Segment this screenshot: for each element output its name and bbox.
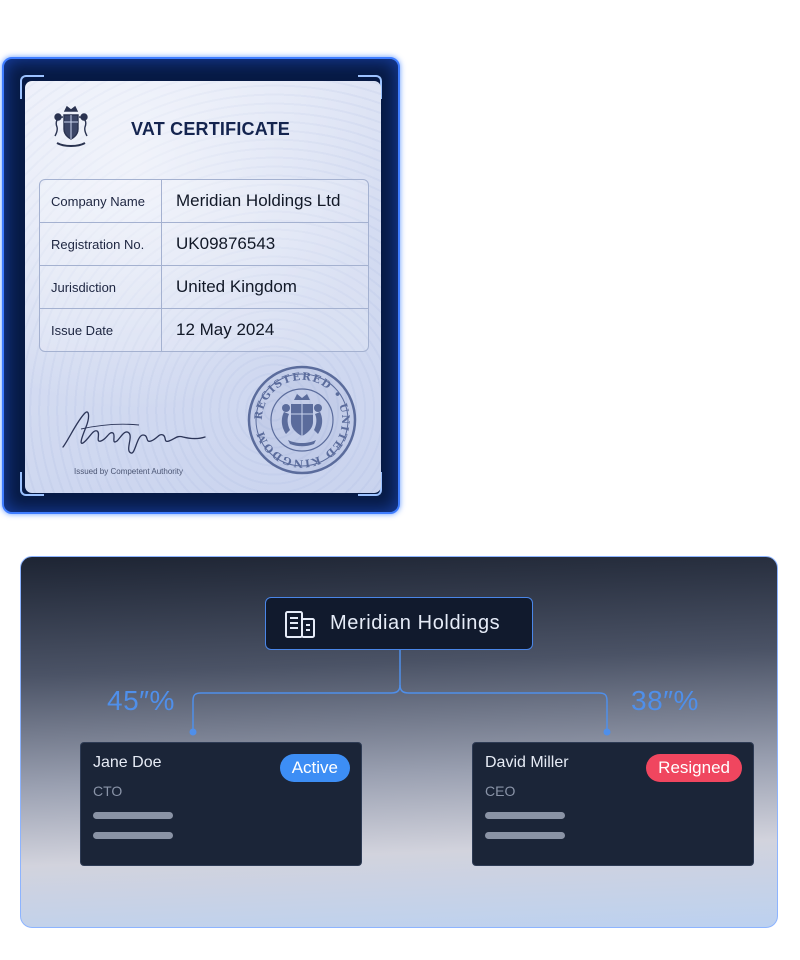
status-badge: Active — [279, 754, 350, 782]
ownership-percentage: 38″% — [631, 685, 699, 716]
field-value: United Kingdom — [176, 277, 297, 296]
field-value: UK09876543 — [176, 234, 276, 253]
status-badge: Resigned — [646, 754, 742, 782]
placeholder-line — [485, 812, 565, 819]
placeholder-line — [93, 812, 173, 819]
building-icon — [285, 610, 315, 638]
table-row: Registration No. UK09876543 — [40, 222, 368, 265]
registered-seal-icon: REGISTERED • UNITED KINGDOM — [247, 365, 357, 475]
ownership-percentage: 45″% — [107, 685, 175, 716]
field-value: Meridian Holdings Ltd — [176, 191, 341, 210]
person-card-david-miller[interactable]: David Miller CEO Resigned — [472, 742, 754, 866]
placeholder-line — [485, 832, 565, 839]
placeholder-line — [93, 832, 173, 839]
certificate-details-table: Company Name Meridian Holdings Ltd Regis… — [39, 179, 369, 352]
ownership-chart-panel: Meridian Holdings 45″% 38″% Jane Doe CTO… — [20, 556, 778, 928]
person-role: CEO — [485, 783, 516, 799]
royal-crest-icon — [54, 105, 88, 147]
connector-dot — [189, 728, 197, 736]
field-label: Jurisdiction — [40, 266, 162, 308]
person-role: CTO — [93, 783, 123, 799]
field-label: Registration No. — [40, 223, 162, 265]
issued-by-label: Issued by Competent Authority — [74, 467, 183, 476]
certificate-title: VAT CERTIFICATE — [131, 119, 290, 139]
field-value: 12 May 2024 — [176, 320, 275, 339]
connector-dot — [603, 728, 611, 736]
certificate-document: VAT CERTIFICATE Company Name Meridian Ho… — [25, 81, 381, 493]
company-name: Meridian Holdings — [330, 612, 501, 634]
company-node[interactable]: Meridian Holdings — [265, 597, 533, 650]
signature-icon — [62, 411, 206, 454]
certificate-frame: VAT CERTIFICATE Company Name Meridian Ho… — [2, 57, 400, 514]
field-label: Company Name — [40, 180, 162, 222]
table-row: Jurisdiction United Kingdom — [40, 265, 368, 308]
person-name: David Miller — [485, 754, 569, 771]
table-row: Issue Date 12 May 2024 — [40, 308, 368, 351]
person-card-jane-doe[interactable]: Jane Doe CTO Active — [80, 742, 362, 866]
field-label: Issue Date — [40, 309, 162, 351]
table-row: Company Name Meridian Holdings Ltd — [40, 180, 368, 222]
person-name: Jane Doe — [93, 754, 162, 771]
